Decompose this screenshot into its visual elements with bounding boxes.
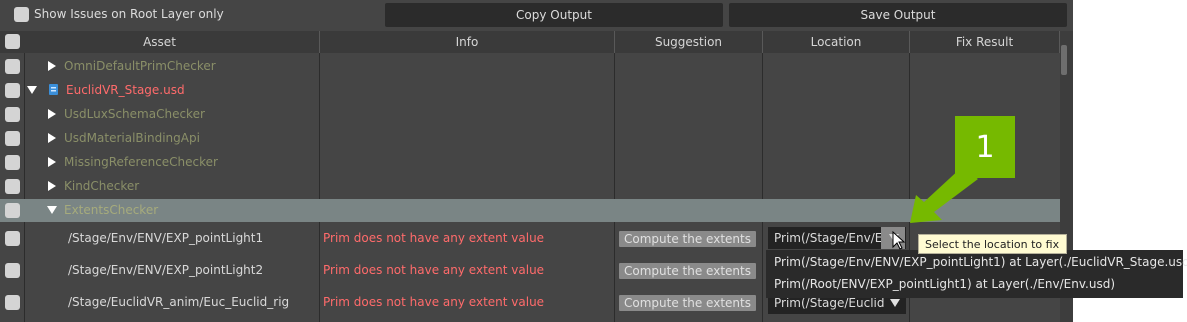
row-checkbox[interactable]	[5, 83, 20, 98]
issue-info: Prim does not have any extent value	[323, 263, 545, 277]
mouse-cursor-icon	[892, 231, 906, 250]
expand-arrow-icon[interactable]	[48, 133, 56, 143]
row-checkbox[interactable]	[5, 155, 20, 170]
show-issues-root-checkbox[interactable]	[14, 7, 29, 22]
compute-extents-button[interactable]: Compute the extents	[619, 295, 756, 311]
scrollbar-thumb[interactable]	[1061, 45, 1067, 75]
expand-arrow-icon[interactable]	[48, 157, 56, 167]
tree-item-checker[interactable]: UsdLuxSchemaChecker	[64, 107, 205, 121]
location-option[interactable]: Prim(/Root/ENV/EXP_pointLight1) at Layer…	[774, 277, 1115, 291]
callout-number: 1	[975, 129, 995, 165]
column-header-info[interactable]: Info	[320, 31, 615, 53]
callout-arrow-icon	[910, 167, 978, 223]
issue-asset-path: /Stage/Env/ENV/EXP_pointLight2	[68, 263, 264, 277]
dropdown-arrow-icon	[890, 299, 900, 307]
issue-asset-path: /Stage/Env/ENV/EXP_pointLight1	[68, 231, 264, 245]
tree-item-extents-checker[interactable]: ExtentsChecker	[64, 203, 158, 217]
usd-file-icon	[49, 84, 58, 95]
collapse-arrow-icon[interactable]	[47, 206, 57, 214]
issue-asset-path: /Stage/EuclidVR_anim/Euc_Euclid_rig	[68, 295, 290, 309]
column-header-fix-result[interactable]: Fix Result	[910, 31, 1060, 53]
tree-item-checker[interactable]: KindChecker	[64, 179, 139, 193]
tooltip: Select the location to fix	[918, 234, 1067, 254]
row-checkbox[interactable]	[5, 231, 20, 246]
tree-item-omni-default-prim-checker[interactable]: OmniDefaultPrimChecker	[64, 59, 216, 73]
save-output-button[interactable]: Save Output	[729, 3, 1067, 27]
expand-arrow-icon[interactable]	[48, 109, 56, 119]
tree-item-checker[interactable]: MissingReferenceChecker	[64, 155, 218, 169]
row-checkbox[interactable]	[5, 179, 20, 194]
row-checkbox[interactable]	[5, 59, 20, 74]
column-header-suggestion[interactable]: Suggestion	[615, 31, 763, 53]
grid-line	[762, 53, 763, 322]
copy-output-button[interactable]: Copy Output	[385, 3, 723, 27]
row-checkbox[interactable]	[5, 263, 20, 278]
row-checkbox[interactable]	[5, 107, 20, 122]
top-toolbar: Show Issues on Root Layer only Copy Outp…	[0, 0, 1073, 30]
issue-info: Prim does not have any extent value	[323, 295, 545, 309]
issue-info: Prim does not have any extent value	[323, 231, 545, 245]
show-issues-root-label: Show Issues on Root Layer only	[34, 7, 224, 21]
tree-item-stage[interactable]: EuclidVR_Stage.usd	[66, 83, 185, 97]
compute-extents-button[interactable]: Compute the extents	[619, 263, 756, 279]
grid-line	[614, 53, 615, 322]
row-checkbox[interactable]	[5, 295, 20, 310]
location-dropdown-list: Prim(/Stage/Env/ENV/EXP_pointLight1) at …	[766, 250, 1187, 298]
expand-arrow-icon[interactable]	[48, 61, 56, 71]
grid-line	[24, 53, 25, 322]
expand-arrow-icon[interactable]	[48, 181, 56, 191]
grid-line	[319, 53, 320, 322]
row-checkbox[interactable]	[5, 131, 20, 146]
column-header-asset[interactable]: Asset	[0, 31, 320, 53]
location-value: Prim(/Stage/Euclid	[774, 296, 885, 310]
tree-item-checker[interactable]: UsdMaterialBindingApi	[64, 131, 200, 145]
location-option[interactable]: Prim(/Stage/Env/ENV/EXP_pointLight1) at …	[774, 255, 1187, 269]
table-header: Asset Info Suggestion Location Fix Resul…	[0, 31, 1060, 53]
location-value: Prim(/Stage/Env/EN	[774, 231, 892, 245]
compute-extents-button[interactable]: Compute the extents	[619, 231, 756, 247]
row-checkbox[interactable]	[5, 203, 20, 218]
column-header-location[interactable]: Location	[763, 31, 910, 53]
tooltip-text: Select the location to fix	[925, 237, 1060, 251]
collapse-arrow-icon[interactable]	[27, 86, 37, 94]
select-all-checkbox[interactable]	[5, 34, 20, 49]
